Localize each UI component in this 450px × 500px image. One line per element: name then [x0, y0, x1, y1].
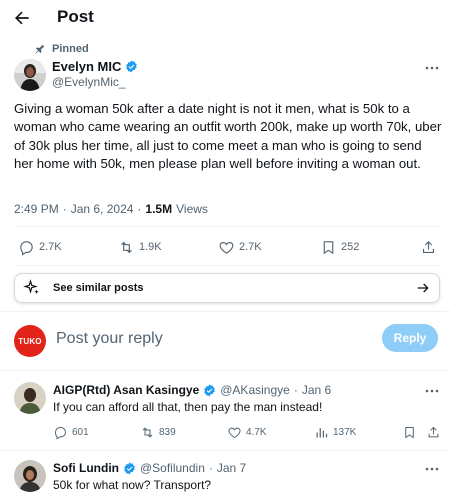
more-options-icon[interactable]	[424, 461, 440, 477]
post-text: Giving a woman 50k after a date night is…	[14, 101, 442, 172]
commenter-name[interactable]: Sofi Lundin	[53, 461, 119, 475]
pinned-label: Pinned	[52, 43, 89, 55]
author-name-row: Evelyn MIC	[52, 59, 138, 74]
comment-bookmark-action[interactable]	[402, 422, 417, 442]
commenter-handle[interactable]: @AKasingye	[220, 383, 290, 397]
meta-separator: ·	[62, 202, 67, 216]
more-options-icon[interactable]	[424, 383, 440, 399]
post-date[interactable]: Jan 6, 2024	[71, 202, 134, 216]
bookmark-count: 252	[341, 241, 360, 253]
reply-count: 601	[72, 426, 89, 438]
meta-separator: ·	[137, 202, 142, 216]
back-arrow-icon[interactable]	[12, 8, 32, 28]
reply-icon	[53, 425, 68, 440]
meta-separator: ·	[293, 383, 298, 397]
like-action[interactable]: 2.7K	[218, 232, 262, 262]
share-icon	[426, 425, 441, 440]
comment-share-action[interactable]	[426, 422, 441, 442]
see-similar-posts-button[interactable]: See similar posts	[14, 273, 440, 303]
commenter-handle[interactable]: @Sofilundin	[140, 461, 205, 475]
author-name[interactable]: Evelyn MIC	[52, 59, 121, 74]
divider	[14, 226, 440, 227]
post-action-bar: 2.7K 1.9K 2.7K 252	[0, 232, 450, 262]
comment-repost-action[interactable]: 839	[140, 422, 176, 442]
comment-like-action[interactable]: 4.7K	[227, 422, 267, 442]
heart-icon	[227, 425, 242, 440]
verified-badge-icon	[125, 60, 138, 73]
reply-input[interactable]: Post your reply	[56, 330, 163, 348]
comment-text: If you can afford all that, then pay the…	[53, 400, 323, 414]
repost-count: 1.9K	[139, 241, 162, 253]
comment-header: Sofi Lundin @Sofilundin · Jan 7	[53, 461, 246, 475]
page-title: Post	[57, 7, 94, 26]
comment-header: AIGP(Rtd) Asan Kasingye @AKasingye · Jan…	[53, 383, 331, 397]
views-chart-icon	[314, 425, 329, 440]
like-count: 2.7K	[239, 241, 262, 253]
more-options-icon[interactable]	[424, 60, 440, 76]
comment-text: 50k for what now? Transport?	[53, 478, 212, 492]
commenter-name[interactable]: AIGP(Rtd) Asan Kasingye	[53, 383, 199, 397]
verified-badge-icon	[203, 384, 216, 397]
divider	[0, 311, 450, 312]
divider	[0, 370, 450, 371]
repost-icon	[140, 425, 155, 440]
comment-views-action[interactable]: 137K	[314, 422, 356, 442]
meta-separator: ·	[208, 461, 213, 475]
bookmark-icon	[320, 239, 337, 256]
repost-action[interactable]: 1.9K	[118, 232, 162, 262]
top-bar: Post	[0, 0, 450, 36]
commenter-avatar[interactable]	[14, 382, 46, 414]
post-metadata: 2:49 PM · Jan 6, 2024 · 1.5M Views	[14, 202, 208, 216]
reply-icon	[18, 239, 35, 256]
arrow-right-icon	[415, 280, 431, 296]
see-similar-posts-label: See similar posts	[53, 282, 144, 294]
views-count: 1.5M	[145, 202, 173, 216]
share-action[interactable]	[420, 232, 437, 262]
reply-action[interactable]: 2.7K	[18, 232, 62, 262]
views-count: 137K	[333, 426, 357, 438]
sparkle-icon	[23, 279, 41, 297]
bookmark-action[interactable]: 252	[320, 232, 359, 262]
comment-reply-action[interactable]: 601	[53, 422, 89, 442]
bookmark-icon	[402, 425, 417, 440]
comment-date[interactable]: Jan 6	[302, 383, 331, 397]
heart-icon	[218, 239, 235, 256]
verified-badge-icon	[123, 462, 136, 475]
divider	[0, 450, 450, 451]
share-icon	[420, 239, 437, 256]
pin-icon	[34, 43, 46, 55]
current-user-avatar: TUKO	[14, 325, 46, 357]
views-label: Views	[176, 202, 208, 216]
author-handle[interactable]: @EvelynMic_	[52, 75, 126, 89]
repost-icon	[118, 239, 135, 256]
reply-count: 2.7K	[39, 241, 62, 253]
like-count: 4.7K	[246, 426, 267, 438]
reply-button[interactable]: Reply	[382, 324, 438, 352]
comment-action-bar: 601 839 4.7K 137K	[0, 422, 450, 442]
divider	[14, 265, 440, 266]
comment-date[interactable]: Jan 7	[217, 461, 246, 475]
author-avatar[interactable]	[14, 59, 46, 91]
post-time[interactable]: 2:49 PM	[14, 202, 59, 216]
repost-count: 839	[159, 426, 176, 438]
pinned-indicator: Pinned	[34, 42, 89, 56]
commenter-avatar[interactable]	[14, 460, 46, 492]
